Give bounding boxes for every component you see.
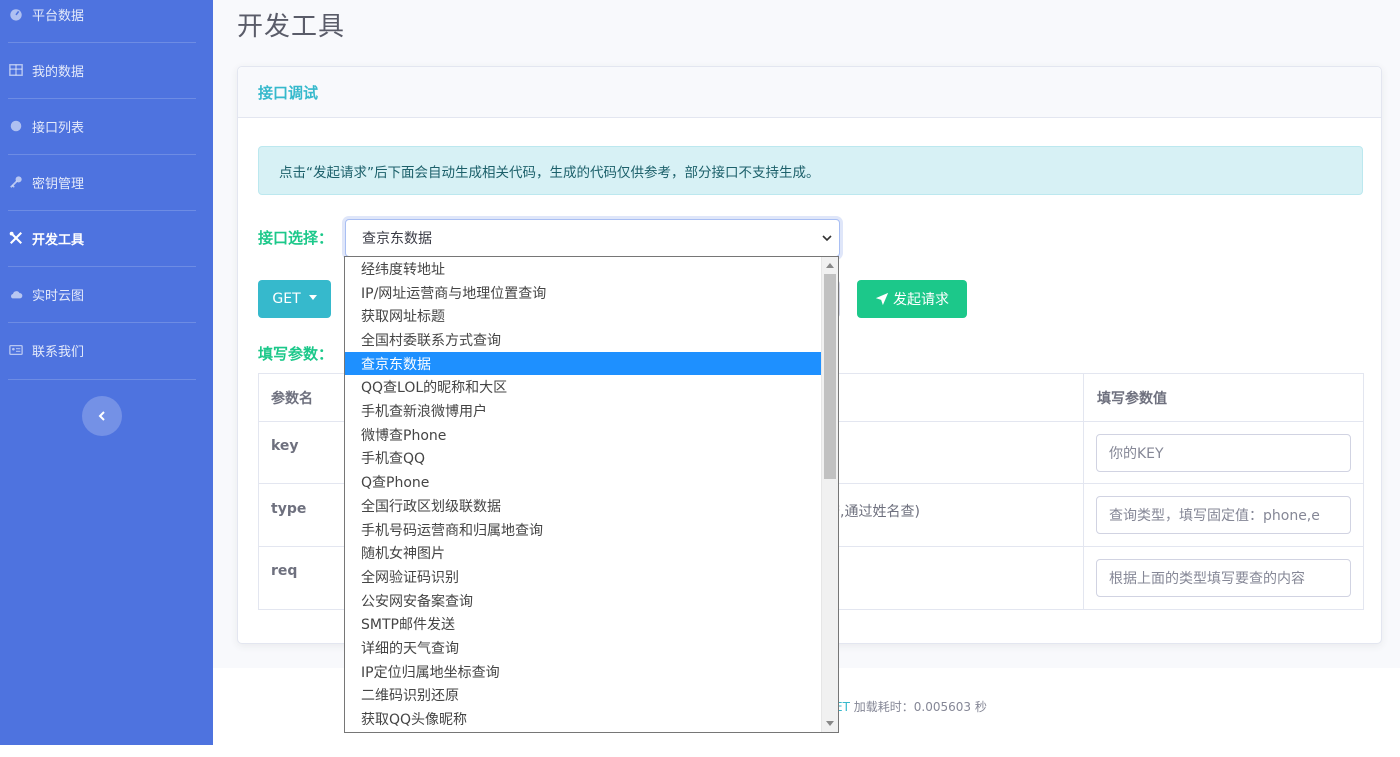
dropdown-option[interactable]: 公安网安备案查询 <box>345 589 821 613</box>
sidebar-item-label: 密钥管理 <box>32 176 85 192</box>
send-request-button[interactable]: 发起请求 <box>857 280 967 318</box>
sidebar-item-label: 联系我们 <box>32 344 85 360</box>
nav-divider <box>8 379 196 380</box>
method-label: GET <box>272 291 301 307</box>
dropdown-option[interactable]: 经纬度转地址 <box>345 257 821 281</box>
sidebar-item-api-list[interactable]: 接口列表 <box>0 98 213 154</box>
sidebar-item-contact-us[interactable]: 联系我们 <box>0 322 213 378</box>
dropdown-option[interactable]: 获取网址标题 <box>345 304 821 328</box>
send-request-label: 发起请求 <box>893 292 949 308</box>
sidebar-item-label: 接口列表 <box>32 120 85 136</box>
circle-icon <box>8 118 24 134</box>
api-select-label: 接口选择： <box>258 229 334 247</box>
sidebar-item-label: 我的数据 <box>32 64 85 80</box>
sidebar-item-label: 实时云图 <box>32 288 85 304</box>
caret-down-icon <box>308 294 317 300</box>
sidebar-item-label: 平台数据 <box>32 8 85 24</box>
header-param-value: 填写参数值 <box>1097 391 1167 407</box>
dropdown-option[interactable]: 手机查新浪微博用户 <box>345 399 821 423</box>
sidebar-item-realtime-cloud[interactable]: 实时云图 <box>0 266 213 322</box>
page-title: 开发工具 <box>237 12 346 42</box>
param-name: req <box>271 563 298 579</box>
dropdown-option[interactable]: 微博查Phone <box>345 423 821 447</box>
param-value-input[interactable]: 你的KEY <box>1096 434 1351 472</box>
scroll-up-arrow-icon[interactable] <box>826 263 834 268</box>
scrollbar-thumb[interactable] <box>824 274 836 479</box>
load-time: 加载耗时：0.005603 秒 <box>853 700 987 714</box>
params-label: 填写参数： <box>258 345 334 363</box>
card-header: 接口调试 <box>238 67 1381 118</box>
sidebar-item-platform-data[interactable]: 平台数据 <box>0 0 213 42</box>
dropdown-option[interactable]: 手机查QQ <box>345 447 821 471</box>
param-value-input[interactable]: 根据上面的类型填写要查的内容 <box>1096 559 1351 597</box>
contact-card-icon <box>8 342 24 358</box>
dropdown-scrollbar[interactable] <box>821 257 838 732</box>
param-desc: 查,通过姓名查) <box>826 504 920 520</box>
footer-text: ET 加载耗时：0.005603 秒 <box>835 698 987 715</box>
table-icon <box>8 62 24 78</box>
dropdown-option[interactable]: 全国村委联系方式查询 <box>345 328 821 352</box>
method-dropdown-button[interactable]: GET <box>258 280 331 318</box>
header-param-name: 参数名 <box>271 391 313 407</box>
dropdown-option[interactable]: 二维码识别还原 <box>345 684 821 708</box>
dashboard-icon <box>8 6 24 22</box>
api-select[interactable]: 查京东数据 <box>345 219 840 257</box>
dropdown-option[interactable]: IP定位归属地坐标查询 <box>345 660 821 684</box>
sidebar: 平台数据 我的数据 接口列表 密钥管理 开发工具 实时云图 联系我们 <box>0 0 213 745</box>
info-alert: 点击“发起请求”后下面会自动生成相关代码，生成的代码仅供参考，部分接口不支持生成… <box>258 146 1363 195</box>
dropdown-option[interactable]: Q查Phone <box>345 470 821 494</box>
param-value-input[interactable]: 查询类型，填写固定值：phone,e <box>1096 496 1351 534</box>
dropdown-option[interactable]: 查京东数据 <box>345 351 821 376</box>
dropdown-option[interactable]: QQ查LOL的昵称和大区 <box>345 376 821 400</box>
dropdown-option[interactable]: 全网验证码识别 <box>345 565 821 589</box>
tools-icon <box>8 230 24 246</box>
dropdown-option[interactable]: 详细的天气查询 <box>345 636 821 660</box>
param-name: key <box>271 438 299 454</box>
sidebar-toggle-button[interactable] <box>82 396 122 436</box>
scroll-down-arrow-icon[interactable] <box>826 721 834 726</box>
key-icon <box>8 174 24 190</box>
sidebar-item-dev-tools[interactable]: 开发工具 <box>0 210 213 266</box>
dropdown-option[interactable]: 随机女神图片 <box>345 541 821 565</box>
chevron-left-icon <box>98 411 105 421</box>
sidebar-item-label: 开发工具 <box>32 232 85 248</box>
card-title: 接口调试 <box>258 83 319 102</box>
api-select-value: 查京东数据 <box>362 231 432 247</box>
chevron-down-icon <box>822 235 832 242</box>
cloud-icon <box>8 286 24 302</box>
dropdown-option[interactable]: 全国行政区划级联数据 <box>345 494 821 518</box>
param-name: type <box>271 501 307 517</box>
dropdown-option[interactable]: 手机号码运营商和归属地查询 <box>345 518 821 542</box>
api-select-dropdown[interactable]: 经纬度转地址 IP/网址运营商与地理位置查询 获取网址标题 全国村委联系方式查询 查京东… <box>344 256 839 733</box>
dropdown-option[interactable]: SMTP邮件发送 <box>345 613 821 637</box>
sidebar-item-key-management[interactable]: 密钥管理 <box>0 154 213 210</box>
dropdown-option[interactable]: IP/网址运营商与地理位置查询 <box>345 281 821 305</box>
paper-plane-icon <box>875 292 889 306</box>
dropdown-option[interactable]: 获取QQ头像昵称 <box>345 707 821 731</box>
sidebar-item-my-data[interactable]: 我的数据 <box>0 42 213 98</box>
